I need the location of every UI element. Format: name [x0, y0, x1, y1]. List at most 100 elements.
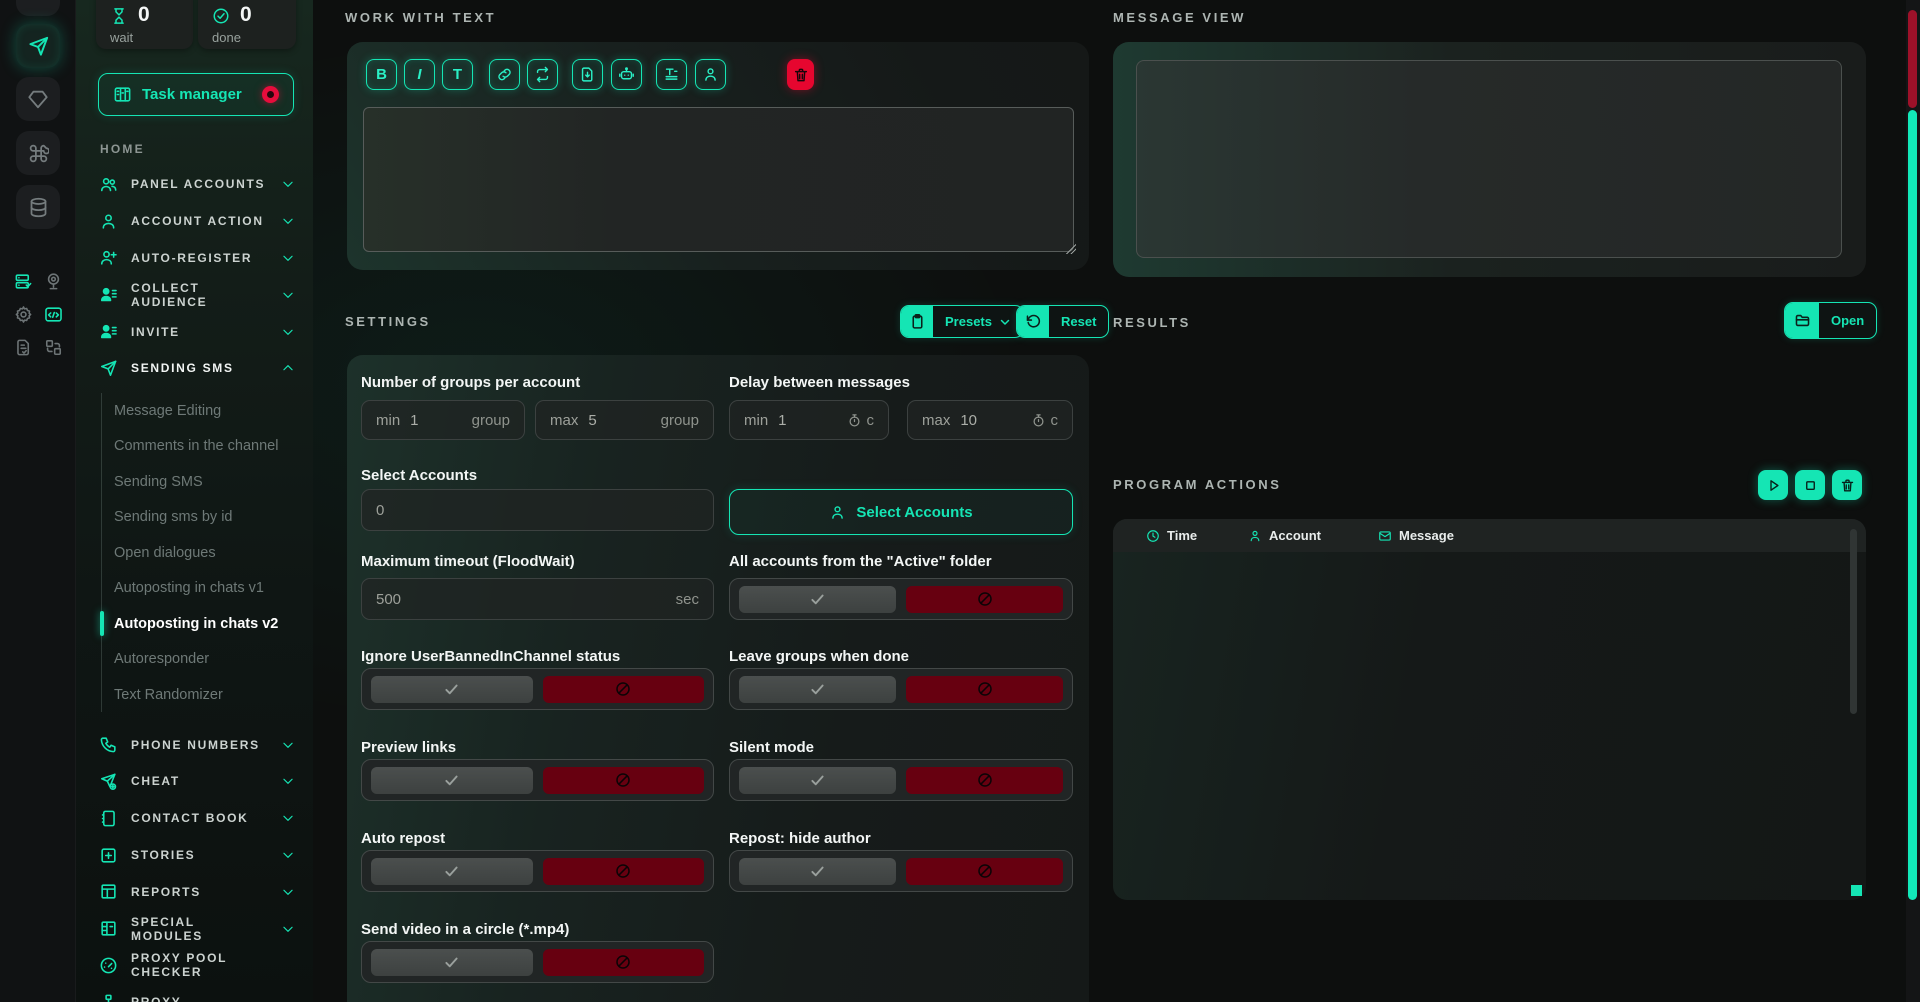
group-suffix: group [472, 412, 510, 429]
table-resize-handle[interactable] [1851, 885, 1862, 896]
submenu-item-autoposting-v2[interactable]: Autoposting in chats v2 [102, 606, 313, 642]
delay-min-input[interactable]: min 1 c [729, 400, 889, 440]
layout-swap-icon[interactable] [44, 338, 63, 357]
sidebar-item-auto-register[interactable]: AUTO-REGISTER [76, 240, 313, 277]
accounts-count-input[interactable]: 0 [361, 489, 714, 531]
groups-max-input[interactable]: max 5 group [535, 400, 714, 440]
gear-icon[interactable] [14, 305, 33, 324]
toggle-no-option[interactable] [906, 586, 1063, 613]
submenu-item-autoresponder[interactable]: Autoresponder [102, 641, 313, 677]
rotate-ccw-icon [1017, 306, 1049, 337]
code-window-icon[interactable] [44, 305, 63, 324]
toggle-no-option[interactable] [543, 949, 705, 976]
submenu-item-sending-sms-by-id[interactable]: Sending sms by id [102, 499, 313, 535]
groups-min-input[interactable]: min 1 group [361, 400, 525, 440]
toggle-no-option[interactable] [906, 767, 1063, 794]
toggle-yes-option[interactable] [371, 676, 533, 703]
account-insert-button[interactable] [695, 59, 726, 90]
text-button[interactable]: T [442, 59, 473, 90]
task-manager-button[interactable]: Task manager [98, 73, 294, 116]
submenu-item-comments-in-channel[interactable]: Comments in the channel [102, 428, 313, 464]
send-icon [27, 35, 50, 58]
toggle-yes-option[interactable] [739, 767, 896, 794]
italic-button[interactable]: I [404, 59, 435, 90]
textarea-resize-handle[interactable] [1065, 243, 1076, 254]
sidebar-item-special-modules[interactable]: SPECIAL MODULES [76, 910, 313, 947]
toggle-yes-option[interactable] [739, 676, 896, 703]
table-scrollbar[interactable] [1850, 529, 1857, 714]
reset-button[interactable]: Reset [1016, 305, 1109, 338]
document-check-icon[interactable] [14, 338, 33, 357]
link-button[interactable] [489, 59, 520, 90]
submenu-item-text-randomizer[interactable]: Text Randomizer [102, 677, 313, 713]
table-header: Time Account Message [1113, 519, 1866, 552]
sidebar-item-invite[interactable]: INVITE [76, 313, 313, 350]
submenu-item-autoposting-v1[interactable]: Autoposting in chats v1 [102, 570, 313, 606]
command-rail-button[interactable] [16, 131, 60, 175]
toggle-no-option[interactable] [543, 767, 705, 794]
server-check-icon[interactable] [14, 272, 33, 291]
stop-button[interactable] [1795, 470, 1825, 500]
page-scrollbar-thumb[interactable] [1908, 110, 1917, 900]
chevron-down-icon [999, 316, 1011, 328]
gauge-icon [99, 956, 118, 975]
sidebar-item-stories[interactable]: STORIES [76, 837, 313, 874]
open-results-button[interactable]: Open [1784, 302, 1877, 339]
submenu-item-message-editing[interactable]: Message Editing [102, 393, 313, 429]
toggle-auto-repost [361, 850, 714, 892]
timeout-label: Maximum timeout (FloodWait) [361, 553, 575, 570]
timeout-input[interactable]: 500 sec [361, 578, 714, 620]
submenu-item-sending-sms[interactable]: Sending SMS [102, 464, 313, 500]
toggle-yes-option[interactable] [739, 586, 896, 613]
report-table-icon [99, 882, 118, 901]
webcam-icon[interactable] [44, 272, 63, 291]
presets-button[interactable]: Presets [900, 305, 1024, 338]
robot-icon [618, 66, 635, 83]
sidebar-item-collect-audience[interactable]: COLLECT AUDIENCE [76, 276, 313, 313]
sidebar-item-label: INVITE [131, 325, 180, 339]
toggle-yes-option[interactable] [371, 767, 533, 794]
sidebar-item-panel-accounts[interactable]: PANEL ACCOUNTS [76, 166, 313, 203]
text-template-button[interactable] [656, 59, 687, 90]
sidebar-item-phone-numbers[interactable]: PHONE NUMBERS [76, 726, 313, 763]
toggle-all-accounts-active-folder [729, 578, 1073, 620]
repost-button[interactable] [527, 59, 558, 90]
toggle-no-option[interactable] [906, 858, 1063, 885]
diamond-rail-button[interactable] [16, 77, 60, 121]
toggle-yes-option[interactable] [371, 858, 533, 885]
sidebar-item-proxy-pool-checker[interactable]: PROXY POOL CHECKER [76, 947, 313, 984]
start-button[interactable] [1758, 470, 1788, 500]
chevron-up-icon [281, 361, 295, 375]
sidebar-item-label: CONTACT BOOK [131, 811, 249, 825]
sidebar-item-reports[interactable]: REPORTS [76, 873, 313, 910]
message-text-input[interactable] [363, 107, 1074, 252]
sidebar-item-cheat[interactable]: CHEAT [76, 763, 313, 800]
toggle-yes-option[interactable] [371, 949, 533, 976]
bold-button[interactable]: B [366, 59, 397, 90]
chevron-down-icon [281, 738, 295, 752]
toggle-yes-option[interactable] [739, 858, 896, 885]
bot-button[interactable] [611, 59, 642, 90]
sidebar-item-proxy[interactable]: PROXY [76, 984, 313, 1002]
clear-log-button[interactable] [1832, 470, 1862, 500]
clear-text-button[interactable] [787, 59, 814, 90]
page-scrollbar-track[interactable] [1906, 0, 1920, 1002]
delay-max-input[interactable]: max 10 c [907, 400, 1073, 440]
select-accounts-button[interactable]: Select Accounts [729, 489, 1073, 535]
sidebar-item-sending-sms[interactable]: SENDING SMS [76, 350, 313, 387]
page-scrollbar-marker[interactable] [1908, 10, 1917, 108]
app-partial-icon-button[interactable] [16, 0, 60, 16]
sidebar-item-label: PHONE NUMBERS [131, 738, 260, 752]
database-rail-button[interactable] [16, 185, 60, 229]
done-counter-card: 0 done [198, 0, 296, 49]
toggle-repost-hide-author [729, 850, 1073, 892]
sidebar-item-contact-book[interactable]: CONTACT BOOK [76, 800, 313, 837]
toggle-no-option[interactable] [543, 676, 705, 703]
sidebar-item-account-action[interactable]: ACCOUNT ACTION [76, 203, 313, 240]
toggle-no-option[interactable] [543, 858, 705, 885]
submenu-item-open-dialogues[interactable]: Open dialogues [102, 535, 313, 571]
send-rail-button[interactable] [16, 24, 60, 68]
attach-file-button[interactable] [572, 59, 603, 90]
phone-icon [99, 735, 118, 754]
toggle-no-option[interactable] [906, 676, 1063, 703]
